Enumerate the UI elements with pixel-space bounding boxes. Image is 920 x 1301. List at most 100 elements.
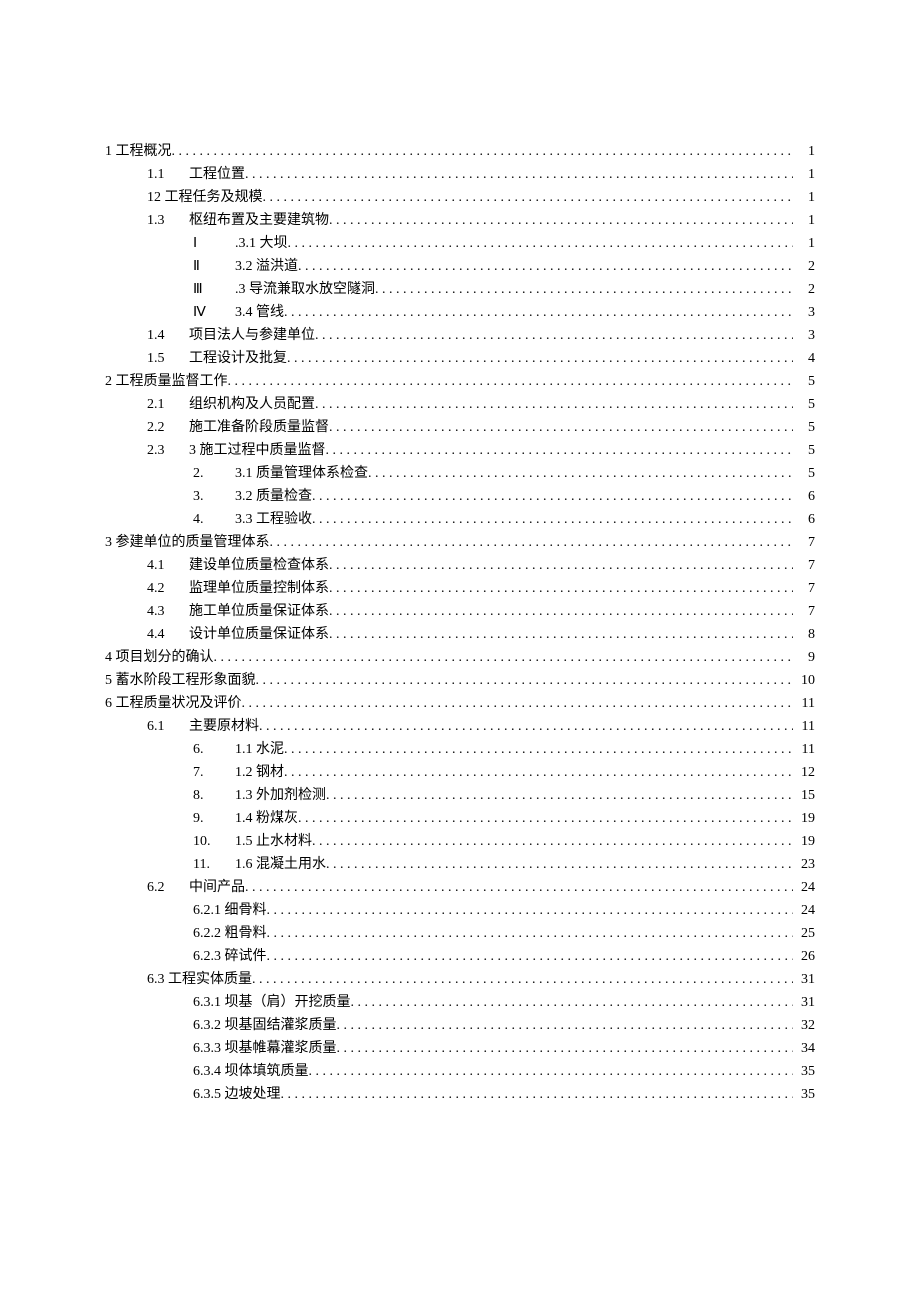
toc-entry: 2.2施工准备阶段质量监督5 [105,416,815,439]
toc-leader-dots [284,738,793,761]
toc-entry: 4.2监理单位质量控制体系 7 [105,577,815,600]
toc-entry: 2.33 施工过程中质量监督5 [105,439,815,462]
toc-entry-title: 枢纽布置及主要建筑物 [189,209,329,232]
toc-entry-page: 31 [793,991,815,1014]
toc-leader-dots [288,232,794,255]
toc-entry-title: 1.6 混凝土用水 [235,853,326,876]
toc-entry: 4.3.3 工程验收6 [105,508,815,531]
toc-entry-page: 3 [793,301,815,324]
toc-entry-title: 6.3 工程实体质量 [147,968,252,991]
toc-entry-number: Ⅲ [193,278,235,301]
toc-entry-title: .3 导流兼取水放空隧洞 [235,278,375,301]
toc-entry-number: 4.2 [147,577,189,600]
toc-leader-dots [267,945,794,968]
toc-entry-page: 10 [793,669,815,692]
toc-entry: 6.2.1 细骨料24 [105,899,815,922]
toc-entry-title: 6 工程质量状况及评价 [105,692,242,715]
toc-leader-dots [259,715,793,738]
toc-leader-dots [256,669,794,692]
toc-entry-title: 6.3.5 边坡处理 [193,1083,281,1106]
toc-entry: 9.1.4 粉煤灰19 [105,807,815,830]
toc-entry: 5 蓄水阶段工程形象面貌10 [105,669,815,692]
toc-entry: 4 项目划分的确认9 [105,646,815,669]
toc-entry-number: 2. [193,462,235,485]
toc-leader-dots [228,370,794,393]
toc-entry-page: 2 [793,278,815,301]
toc-entry: 6.3.1 坝基（肩）开挖质量31 [105,991,815,1014]
toc-entry-number: 8. [193,784,235,807]
toc-entry-page: 7 [793,577,815,600]
toc-entry-page: 3 [793,324,815,347]
toc-leader-dots [326,784,793,807]
toc-entry-page: 11 [793,715,815,738]
toc-entry: 6 工程质量状况及评价 11 [105,692,815,715]
toc-entry-page: 4 [793,347,815,370]
toc-leader-dots [284,761,793,784]
toc-entry-number: 7. [193,761,235,784]
toc-leader-dots [267,922,794,945]
toc-entry-title: 6.2.1 细骨料 [193,899,267,922]
toc-entry-page: 7 [793,600,815,623]
toc-entry-number: Ⅱ [193,255,235,278]
toc-entry: 1.5工程设计及批复4 [105,347,815,370]
toc-leader-dots [337,1014,794,1037]
toc-entry-number: 6. [193,738,235,761]
toc-entry-title: 6.3.2 坝基固结灌浆质量 [193,1014,337,1037]
toc-entry: 11.1.6 混凝土用水23 [105,853,815,876]
toc-entry-title: 4 项目划分的确认 [105,646,214,669]
toc-entry: 7.1.2 钢材12 [105,761,815,784]
toc-entry-title: 3.1 质量管理体系检查 [235,462,368,485]
toc-leader-dots [172,140,794,163]
toc-entry-title: 1.3 外加剂检测 [235,784,326,807]
toc-entry: Ⅰ.3.1 大坝1 [105,232,815,255]
toc-entry-title: 3.3 工程验收 [235,508,312,531]
toc-entry-title: 6.3.4 坝体填筑质量 [193,1060,309,1083]
toc-leader-dots [375,278,793,301]
toc-entry: 2 工程质量监督工作5 [105,370,815,393]
toc-entry-page: 5 [793,393,815,416]
toc-leader-dots [263,186,794,209]
toc-entry-title: 施工准备阶段质量监督 [189,416,329,439]
toc-entry-number: Ⅰ [193,232,235,255]
toc-entry-title: 工程位置 [189,163,245,186]
toc-entry-page: 1 [793,209,815,232]
toc-entry-number: 6.1 [147,715,189,738]
toc-entry-page: 23 [793,853,815,876]
toc-entry-page: 5 [793,416,815,439]
toc-entry: 3 参建单位的质量管理体系7 [105,531,815,554]
toc-entry-page: 19 [793,807,815,830]
toc-entry-title: 建设单位质量检查体系 [189,554,329,577]
toc-entry: 2.1组织机构及人员配置5 [105,393,815,416]
toc-entry-title: 1.5 止水材料 [235,830,312,853]
toc-entry: 1.1工程位置1 [105,163,815,186]
toc-entry: 8.1.3 外加剂检测15 [105,784,815,807]
toc-leader-dots [351,991,794,1014]
toc-entry-page: 8 [793,623,815,646]
toc-entry-page: 32 [793,1014,815,1037]
toc-leader-dots [287,347,793,370]
toc-entry-number: 1.4 [147,324,189,347]
page: 1 工程概况11.1工程位置112 工程任务及规模11.3枢纽布置及主要建筑物1… [0,0,920,1301]
toc-entry-page: 11 [793,692,815,715]
toc-leader-dots [245,163,793,186]
toc-entry-page: 6 [793,508,815,531]
toc-entry-title: 监理单位质量控制体系 [189,577,329,600]
toc-entry: 1.3枢纽布置及主要建筑物1 [105,209,815,232]
toc-entry-title: 6.3.3 坝基帷幕灌浆质量 [193,1037,337,1060]
toc-entry-number: 3. [193,485,235,508]
toc-leader-dots [329,209,793,232]
toc-entry-title: 1.1 水泥 [235,738,284,761]
toc-entry: 10.1.5 止水材料19 [105,830,815,853]
toc-entry-title: 3 参建单位的质量管理体系 [105,531,270,554]
toc-entry-number: 4.3 [147,600,189,623]
toc-entry-page: 26 [793,945,815,968]
toc-entry-title: 设计单位质量保证体系 [189,623,329,646]
toc-entry-page: 34 [793,1037,815,1060]
toc-entry: Ⅱ3.2 溢洪道2 [105,255,815,278]
toc-entry-number: 6.2 [147,876,189,899]
toc-entry-title: 主要原材料 [189,715,259,738]
toc-entry: 1 工程概况1 [105,140,815,163]
toc-entry: 4.3施工单位质量保证体系7 [105,600,815,623]
toc-leader-dots [368,462,793,485]
toc-entry: 6.2.3 碎试件26 [105,945,815,968]
